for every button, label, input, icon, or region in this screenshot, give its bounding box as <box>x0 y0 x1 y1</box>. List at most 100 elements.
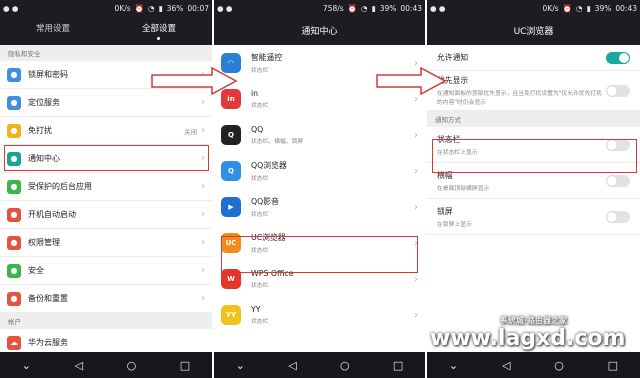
settings-item[interactable]: ● 权限管理 › <box>0 229 212 257</box>
app-notification-mode: 状态栏 <box>251 212 269 218</box>
priority-display-row[interactable]: 优先显示 在通知面板的顶部优先显示，且当免打扰设置为"仅允许优先打扰的内容"时仍… <box>427 71 640 111</box>
settings-item-label: 备份和重置 <box>28 294 68 303</box>
shield-icon: ● <box>7 179 21 194</box>
power-icon: ● <box>7 207 21 222</box>
home-icon[interactable]: ○ <box>340 359 350 372</box>
app-name: YY <box>251 305 261 314</box>
tab-all-settings[interactable]: 全部设置 <box>142 22 176 40</box>
app-list-item[interactable]: ▶ QQ影音状态栏 › <box>214 189 425 225</box>
notification-method-toggle[interactable] <box>606 210 630 223</box>
chevron-right-icon: › <box>201 265 205 276</box>
app-list-item[interactable]: UC UC浏览器 状态栏 › <box>214 225 425 261</box>
settings-item-label: 定位服务 <box>28 98 60 107</box>
settings-item[interactable]: ● 通知中心 › <box>0 145 212 173</box>
wifi-icon: ◔ <box>361 3 368 13</box>
settings-item-label: 免打扰 <box>28 126 52 135</box>
app-name: QQ影音 <box>251 197 279 206</box>
notification-dot-icon: ● ● <box>430 3 446 13</box>
chevron-right-icon: › <box>414 129 418 141</box>
wifi-icon: ◔ <box>148 3 155 13</box>
clock: 00:07 <box>187 3 209 13</box>
notification-icon: ● <box>7 151 21 166</box>
clock: 00:43 <box>615 3 637 13</box>
security-icon: ● <box>7 263 21 278</box>
battery-level: 39% <box>594 3 612 13</box>
notification-method-row[interactable]: 状态栏 在状态栏上显示 <box>427 127 640 163</box>
location-icon: ● <box>7 95 21 110</box>
settings-item-label: 华为云服务 <box>28 338 68 347</box>
back-icon[interactable]: ◁ <box>502 359 510 372</box>
app-list-item[interactable]: W WPS Office 状态栏 › <box>214 261 425 297</box>
signal-icon: ▮ <box>371 3 376 13</box>
yy-icon: YY <box>221 305 241 325</box>
app-notification-mode: 状态栏 <box>251 176 269 182</box>
navigation-bar: ⌄ ◁ ○ □ <box>0 352 212 378</box>
chevron-right-icon: › <box>201 125 205 136</box>
dropdown-icon[interactable]: ⌄ <box>236 359 245 372</box>
home-icon[interactable]: ○ <box>127 359 137 372</box>
notification-method-row[interactable]: 锁屏 在锁屏上显示 <box>427 199 640 235</box>
battery-level: 36% <box>166 3 184 13</box>
alarm-icon: ⏰ <box>347 3 358 13</box>
navigation-bar: ⌄ ◁ ○ □ <box>214 352 425 378</box>
notification-center-screen: ● ● 758/s ⏰ ◔ ▮ 39% 00:43 通知中心 ◠ 智能遥控 状态栏 ›… <box>214 0 425 378</box>
recents-icon[interactable]: □ <box>180 359 190 372</box>
settings-item[interactable]: ● 开机自动启动 › <box>0 201 212 229</box>
recents-icon[interactable]: □ <box>393 359 403 372</box>
app-name: WPS Office <box>251 269 294 278</box>
uc-browser-notification-screen: ● ● 0K/s ⏰ ◔ ▮ 39% 00:43 UC浏览器 允许通知 优先显示… <box>427 0 640 378</box>
priority-display-toggle[interactable] <box>606 84 630 97</box>
settings-item-label: 通知中心 <box>28 154 60 163</box>
notification-method-desc: 在锁屏上显示 <box>437 221 472 228</box>
key-icon: ● <box>7 235 21 250</box>
signal-icon: ▮ <box>158 3 163 13</box>
network-speed: 0K/s <box>114 3 131 13</box>
app-list-item[interactable]: Q QQ浏览器 状态栏 › <box>214 153 425 189</box>
settings-item[interactable]: ● 免打扰 关闭 › <box>0 117 212 145</box>
settings-header: 常用设置 全部设置 <box>0 16 212 45</box>
back-icon[interactable]: ◁ <box>75 359 83 372</box>
allow-notifications-row[interactable]: 允许通知 <box>427 45 640 71</box>
app-notification-mode: 状态栏 <box>251 283 269 289</box>
status-bar: ● ● 758/s ⏰ ◔ ▮ 39% 00:43 <box>214 0 425 16</box>
chevron-right-icon: › <box>201 153 205 164</box>
qq-player-icon: ▶ <box>221 197 241 217</box>
allow-notifications-toggle[interactable] <box>606 51 630 64</box>
wifi-icon: ◔ <box>576 3 583 13</box>
tab-common-settings[interactable]: 常用设置 <box>36 22 70 40</box>
notification-method-toggle[interactable] <box>606 138 630 151</box>
app-name: 智能遥控 <box>251 53 283 62</box>
settings-item-value: 关闭 <box>184 127 197 136</box>
arrow-icon <box>376 66 447 96</box>
notification-method-toggle[interactable] <box>606 174 630 187</box>
app-notification-mode: 状态栏 <box>251 103 269 109</box>
chevron-right-icon: › <box>201 97 205 108</box>
recents-icon[interactable]: □ <box>608 359 618 372</box>
alarm-icon: ⏰ <box>562 3 573 13</box>
chevron-right-icon: › <box>414 237 418 249</box>
home-icon[interactable]: ○ <box>554 359 564 372</box>
settings-item[interactable]: ● 备份和重置 › <box>0 285 212 313</box>
priority-display-label: 优先显示 <box>437 76 469 85</box>
page-title: 通知中心 <box>214 16 425 45</box>
wps-icon: W <box>221 269 241 289</box>
notification-method-row[interactable]: 横幅 在桌面顶部横屏显示 <box>427 163 640 199</box>
settings-item[interactable]: ● 安全 › <box>0 257 212 285</box>
back-icon[interactable]: ◁ <box>288 359 296 372</box>
chevron-right-icon: › <box>201 293 205 304</box>
settings-item-label: 开机自动启动 <box>28 210 76 219</box>
alarm-icon: ⏰ <box>134 3 145 13</box>
app-name: QQ <box>251 125 264 134</box>
settings-item-label: 权限管理 <box>28 238 60 247</box>
dropdown-icon[interactable]: ⌄ <box>22 359 31 372</box>
notification-method-label: 锁屏 <box>437 206 453 216</box>
app-name: QQ浏览器 <box>251 161 287 170</box>
app-list-item[interactable]: Q QQ 状态栏、横幅、锁屏 › <box>214 117 425 153</box>
app-list-item[interactable]: YY YY 状态栏 › <box>214 297 425 333</box>
priority-display-desc: 在通知面板的顶部优先显示，且当免打扰设置为"仅允许优先打扰的内容"时仍会显示 <box>437 91 602 106</box>
chevron-right-icon: › <box>414 273 418 285</box>
dropdown-icon[interactable]: ⌄ <box>449 359 458 372</box>
settings-item[interactable]: ● 受保护的后台应用 › <box>0 173 212 201</box>
chevron-right-icon: › <box>414 201 418 213</box>
battery-level: 39% <box>379 3 397 13</box>
